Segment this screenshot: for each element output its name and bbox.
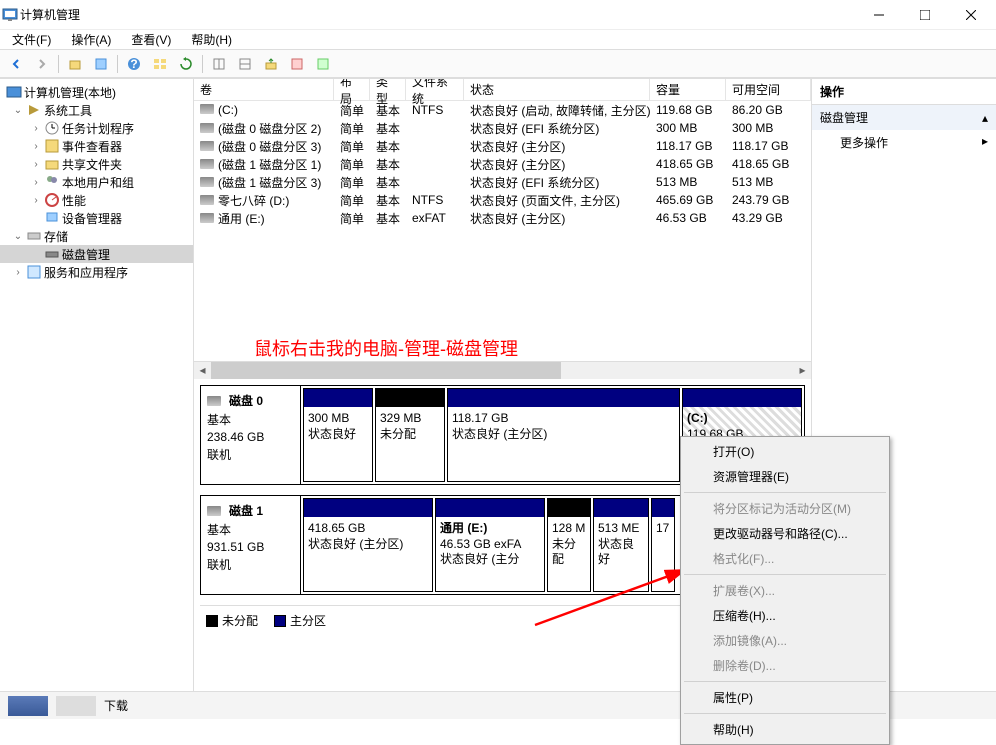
disk1-part1[interactable]: 418.65 GB状态良好 (主分区) [303, 498, 433, 592]
actions-more[interactable]: 更多操作 ▸ [812, 130, 996, 155]
ctx-mark-active: 将分区标记为活动分区(M) [683, 496, 887, 521]
col-type[interactable]: 类型 [370, 79, 406, 100]
titlebar: 计算机管理 [0, 0, 996, 30]
disk0-part3[interactable]: 118.17 GB状态良好 (主分区) [447, 388, 680, 482]
drive-icon [207, 396, 221, 406]
tb-btn-1[interactable] [207, 53, 231, 75]
col-status[interactable]: 状态 [464, 79, 650, 100]
col-free[interactable]: 可用空间 [726, 79, 811, 100]
submenu-arrow-icon: ▸ [982, 134, 988, 151]
col-volume[interactable]: 卷 [194, 79, 334, 100]
actions-group-disk-mgmt[interactable]: 磁盘管理 ▴ [812, 105, 996, 130]
up-button[interactable] [63, 53, 87, 75]
ctx-help[interactable]: 帮助(H) [683, 717, 887, 742]
tb-btn-2[interactable] [233, 53, 257, 75]
col-fs[interactable]: 文件系统 [406, 79, 464, 100]
close-button[interactable] [948, 0, 994, 30]
menu-action[interactable]: 操作(A) [67, 31, 115, 48]
disk0-part1[interactable]: 300 MB状态良好 [303, 388, 373, 482]
tree-storage[interactable]: ⌄ 存储 [0, 227, 193, 245]
table-header: 卷 布局 类型 文件系统 状态 容量 可用空间 [194, 79, 811, 101]
maximize-button[interactable] [902, 0, 948, 30]
taskbar-download-label[interactable]: 下载 [104, 697, 128, 714]
disk-1-info[interactable]: 磁盘 1 基本 931.51 GB 联机 [201, 496, 301, 594]
menu-help[interactable]: 帮助(H) [187, 31, 236, 48]
table-row[interactable]: (磁盘 1 磁盘分区 1)简单基本状态良好 (主分区)418.65 GB418.… [194, 155, 811, 173]
scroll-right-icon[interactable]: ▸ [794, 362, 811, 379]
scrollbar-thumb[interactable] [211, 362, 561, 379]
tree-system-tools[interactable]: ⌄ 系统工具 [0, 101, 193, 119]
tree-services[interactable]: › 服务和应用程序 [0, 263, 193, 281]
tree-event-viewer[interactable]: › 事件查看器 [0, 137, 193, 155]
tb-btn-5[interactable] [311, 53, 335, 75]
tree-toggle-icon[interactable]: ⌄ [12, 105, 24, 116]
tree-device-manager[interactable]: 设备管理器 [0, 209, 193, 227]
tree-disk-management[interactable]: 磁盘管理 [0, 245, 193, 263]
ctx-explorer[interactable]: 资源管理器(E) [683, 464, 887, 489]
scroll-left-icon[interactable]: ◂ [194, 362, 211, 379]
refresh-button[interactable] [174, 53, 198, 75]
legend-unalloc-swatch [206, 615, 218, 627]
drive-icon [207, 506, 221, 516]
tree-shared-folders[interactable]: › 共享文件夹 [0, 155, 193, 173]
tree-root[interactable]: 计算机管理(本地) [0, 83, 193, 101]
disk0-part2[interactable]: 329 MB未分配 [375, 388, 445, 482]
annotation-text: 鼠标右击我的电脑-管理-磁盘管理 [194, 285, 811, 361]
help-button[interactable]: ? [122, 53, 146, 75]
col-capacity[interactable]: 容量 [650, 79, 726, 100]
menu-file[interactable]: 文件(F) [8, 31, 55, 48]
menubar: 文件(F) 操作(A) 查看(V) 帮助(H) [0, 30, 996, 50]
disk-0-info[interactable]: 磁盘 0 基本 238.46 GB 联机 [201, 386, 301, 484]
svg-text:?: ? [130, 57, 137, 71]
tree-task-scheduler[interactable]: › 任务计划程序 [0, 119, 193, 137]
legend-primary-swatch [274, 615, 286, 627]
ctx-change-letter[interactable]: 更改驱动器号和路径(C)... [683, 521, 887, 546]
table-row[interactable]: (C:)简单基本NTFS状态良好 (启动, 故障转储, 主分区)119.68 G… [194, 101, 811, 119]
tree-performance[interactable]: › 性能 [0, 191, 193, 209]
context-menu: 打开(O) 资源管理器(E) 将分区标记为活动分区(M) 更改驱动器号和路径(C… [680, 436, 890, 745]
collapse-icon: ▴ [982, 111, 988, 125]
window-title: 计算机管理 [18, 6, 856, 23]
table-row[interactable]: 零七八碎 (D:)简单基本NTFS状态良好 (页面文件, 主分区)465.69 … [194, 191, 811, 209]
ctx-open[interactable]: 打开(O) [683, 439, 887, 464]
tb-btn-3[interactable] [259, 53, 283, 75]
menu-view[interactable]: 查看(V) [127, 31, 175, 48]
ctx-format: 格式化(F)... [683, 546, 887, 571]
table-row[interactable]: (磁盘 1 磁盘分区 3)简单基本状态良好 (EFI 系统分区)513 MB51… [194, 173, 811, 191]
minimize-button[interactable] [856, 0, 902, 30]
tree-expand-icon[interactable]: › [30, 123, 42, 134]
tb-btn-4[interactable] [285, 53, 309, 75]
tree-local-users[interactable]: › 本地用户和组 [0, 173, 193, 191]
table-row[interactable]: (磁盘 0 磁盘分区 2)简单基本状态良好 (EFI 系统分区)300 MB30… [194, 119, 811, 137]
view-button[interactable] [148, 53, 172, 75]
back-button[interactable] [4, 53, 28, 75]
app-icon [2, 7, 18, 23]
table-row[interactable]: (磁盘 0 磁盘分区 3)简单基本状态良好 (主分区)118.17 GB118.… [194, 137, 811, 155]
disk1-part4[interactable]: 513 ME状态良好 [593, 498, 649, 592]
disk1-part5[interactable]: 17 [651, 498, 675, 592]
volume-table: 卷 布局 类型 文件系统 状态 容量 可用空间 (C:)简单基本NTFS状态良好… [194, 79, 811, 379]
ctx-shrink[interactable]: 压缩卷(H)... [683, 603, 887, 628]
taskbar-thumb[interactable] [56, 696, 96, 716]
ctx-properties[interactable]: 属性(P) [683, 685, 887, 710]
ctx-delete: 删除卷(D)... [683, 653, 887, 678]
col-layout[interactable]: 布局 [334, 79, 370, 100]
ctx-extend: 扩展卷(X)... [683, 578, 887, 603]
horizontal-scrollbar[interactable]: ◂ ▸ [194, 361, 811, 378]
properties-button[interactable] [89, 53, 113, 75]
disk1-part3[interactable]: 128 M未分配 [547, 498, 591, 592]
toolbar: ? [0, 50, 996, 78]
tree-panel: 计算机管理(本地) ⌄ 系统工具 › 任务计划程序 › 事件查看器 › 共享文件… [0, 79, 194, 719]
table-row[interactable]: 通用 (E:)简单基本exFAT状态良好 (主分区)46.53 GB43.29 … [194, 209, 811, 227]
actions-header: 操作 [812, 79, 996, 105]
ctx-mirror: 添加镜像(A)... [683, 628, 887, 653]
disk1-part2-e[interactable]: 通用 (E:)46.53 GB exFA状态良好 (主分 [435, 498, 545, 592]
forward-button[interactable] [30, 53, 54, 75]
taskbar-thumb[interactable] [8, 696, 48, 716]
